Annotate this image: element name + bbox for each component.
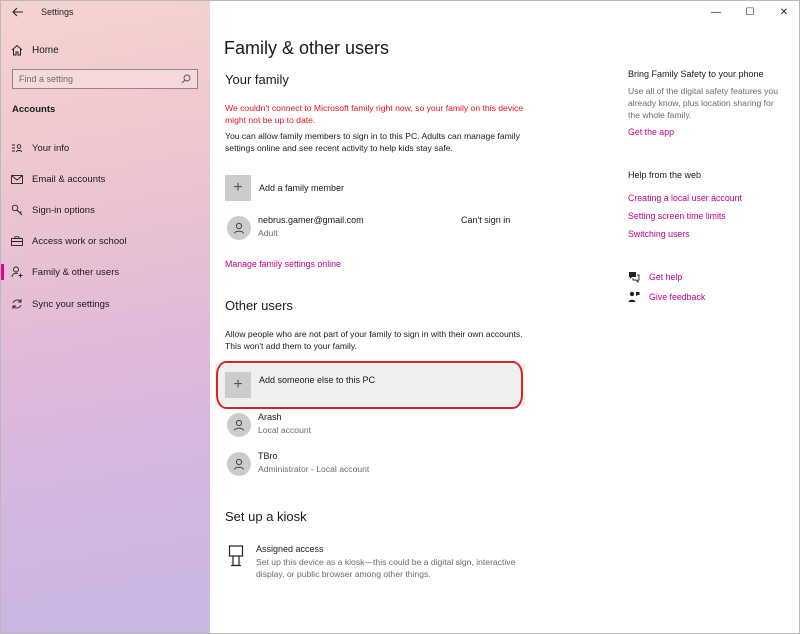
manage-family-link[interactable]: Manage family settings online <box>225 259 341 269</box>
chat-help-icon <box>628 271 640 283</box>
sidebar-item-access-work[interactable]: Access work or school <box>1 230 210 252</box>
your-family-heading: Your family <box>225 72 289 87</box>
window-controls: — ☐ ✕ <box>699 1 799 23</box>
search-placeholder: Find a setting <box>19 74 74 84</box>
sidebar-item-family-other-users[interactable]: Family & other users <box>1 261 210 283</box>
family-member-role: Adult <box>258 228 278 238</box>
sidebar-item-label: Email & accounts <box>32 173 106 185</box>
app-title: Settings <box>41 7 74 17</box>
key-icon <box>10 204 24 216</box>
sidebar-item-sync-settings[interactable]: Sync your settings <box>1 293 210 315</box>
avatar-icon <box>227 452 251 476</box>
user-account-type: Administrator - Local account <box>258 464 370 474</box>
sidebar-item-email-accounts[interactable]: Email & accounts <box>1 168 210 190</box>
give-feedback-link[interactable]: Give feedback <box>628 291 705 303</box>
other-users-description: Allow people who are not part of your fa… <box>225 329 523 351</box>
home-nav-item[interactable]: Home <box>10 41 59 59</box>
add-family-member-button[interactable]: + Add a family member <box>225 175 344 201</box>
plus-icon: + <box>225 175 251 201</box>
user-row[interactable]: TBro Administrator - Local account <box>225 450 515 480</box>
family-safety-text: Use all of the digital safety features y… <box>628 86 778 120</box>
search-icon[interactable] <box>181 74 191 84</box>
sidebar: Settings Home Find a setting Accounts Yo… <box>1 1 210 633</box>
sidebar-item-label: Sync your settings <box>32 298 110 310</box>
sidebar-section-heading: Accounts <box>12 104 56 115</box>
home-icon <box>10 44 24 56</box>
kiosk-icon <box>228 545 246 567</box>
family-warning: We couldn't connect to Microsoft family … <box>225 103 524 125</box>
search-input[interactable]: Find a setting <box>12 69 198 89</box>
give-feedback-label: Give feedback <box>649 292 706 302</box>
sidebar-item-sign-in-options[interactable]: Sign-in options <box>1 199 210 221</box>
family-member-email: nebrus.gamer@gmail.com <box>258 215 364 225</box>
assigned-access-title: Assigned access <box>256 544 324 554</box>
sidebar-item-label: Family & other users <box>32 266 120 278</box>
help-link-local-account[interactable]: Creating a local user account <box>628 193 742 203</box>
sidebar-item-your-info[interactable]: Your info <box>1 137 210 159</box>
title-bar: Settings <box>1 1 210 25</box>
home-label: Home <box>32 44 59 56</box>
user-name: TBro <box>258 451 278 461</box>
help-link-screen-time[interactable]: Setting screen time limits <box>628 211 726 221</box>
family-safety-title: Bring Family Safety to your phone <box>628 69 764 79</box>
avatar-icon <box>227 216 251 240</box>
briefcase-icon <box>10 236 24 246</box>
main-content: — ☐ ✕ Family & other users Your family W… <box>210 1 799 633</box>
person-plus-icon <box>10 266 24 278</box>
user-account-type: Local account <box>258 425 312 435</box>
help-from-web-title: Help from the web <box>628 170 702 180</box>
annotation-highlight <box>216 361 523 409</box>
family-member-row[interactable]: nebrus.gamer@gmail.com Adult Can't sign … <box>225 214 515 244</box>
family-description: You can allow family members to sign in … <box>225 131 520 153</box>
page-title: Family & other users <box>224 38 390 58</box>
kiosk-heading: Set up a kiosk <box>225 509 307 524</box>
minimize-button[interactable]: — <box>699 1 733 23</box>
other-users-heading: Other users <box>225 298 293 313</box>
feedback-icon <box>628 291 640 303</box>
user-row[interactable]: Arash Local account <box>225 411 515 441</box>
person-card-icon <box>10 143 24 153</box>
maximize-button[interactable]: ☐ <box>733 1 767 23</box>
family-member-status: Can't sign in <box>461 215 511 225</box>
sync-icon <box>10 298 24 310</box>
user-name: Arash <box>258 412 282 422</box>
assigned-access-button[interactable]: Assigned access Set up this device as a … <box>225 543 515 587</box>
settings-window: Settings Home Find a setting Accounts Yo… <box>0 0 800 634</box>
get-help-label: Get help <box>649 272 683 282</box>
get-the-app-link[interactable]: Get the app <box>628 127 674 137</box>
sidebar-item-label: Your info <box>32 142 70 154</box>
help-link-switching-users[interactable]: Switching users <box>628 229 690 239</box>
envelope-icon <box>10 174 24 184</box>
get-help-link[interactable]: Get help <box>628 271 682 283</box>
back-arrow-icon[interactable] <box>10 4 26 20</box>
add-family-member-label: Add a family member <box>259 183 345 193</box>
sidebar-item-label: Access work or school <box>32 235 127 247</box>
sidebar-item-label: Sign-in options <box>32 204 95 216</box>
close-button[interactable]: ✕ <box>767 1 799 23</box>
avatar-icon <box>227 413 251 437</box>
assigned-access-description: Set up this device as a kiosk—this could… <box>256 557 516 579</box>
